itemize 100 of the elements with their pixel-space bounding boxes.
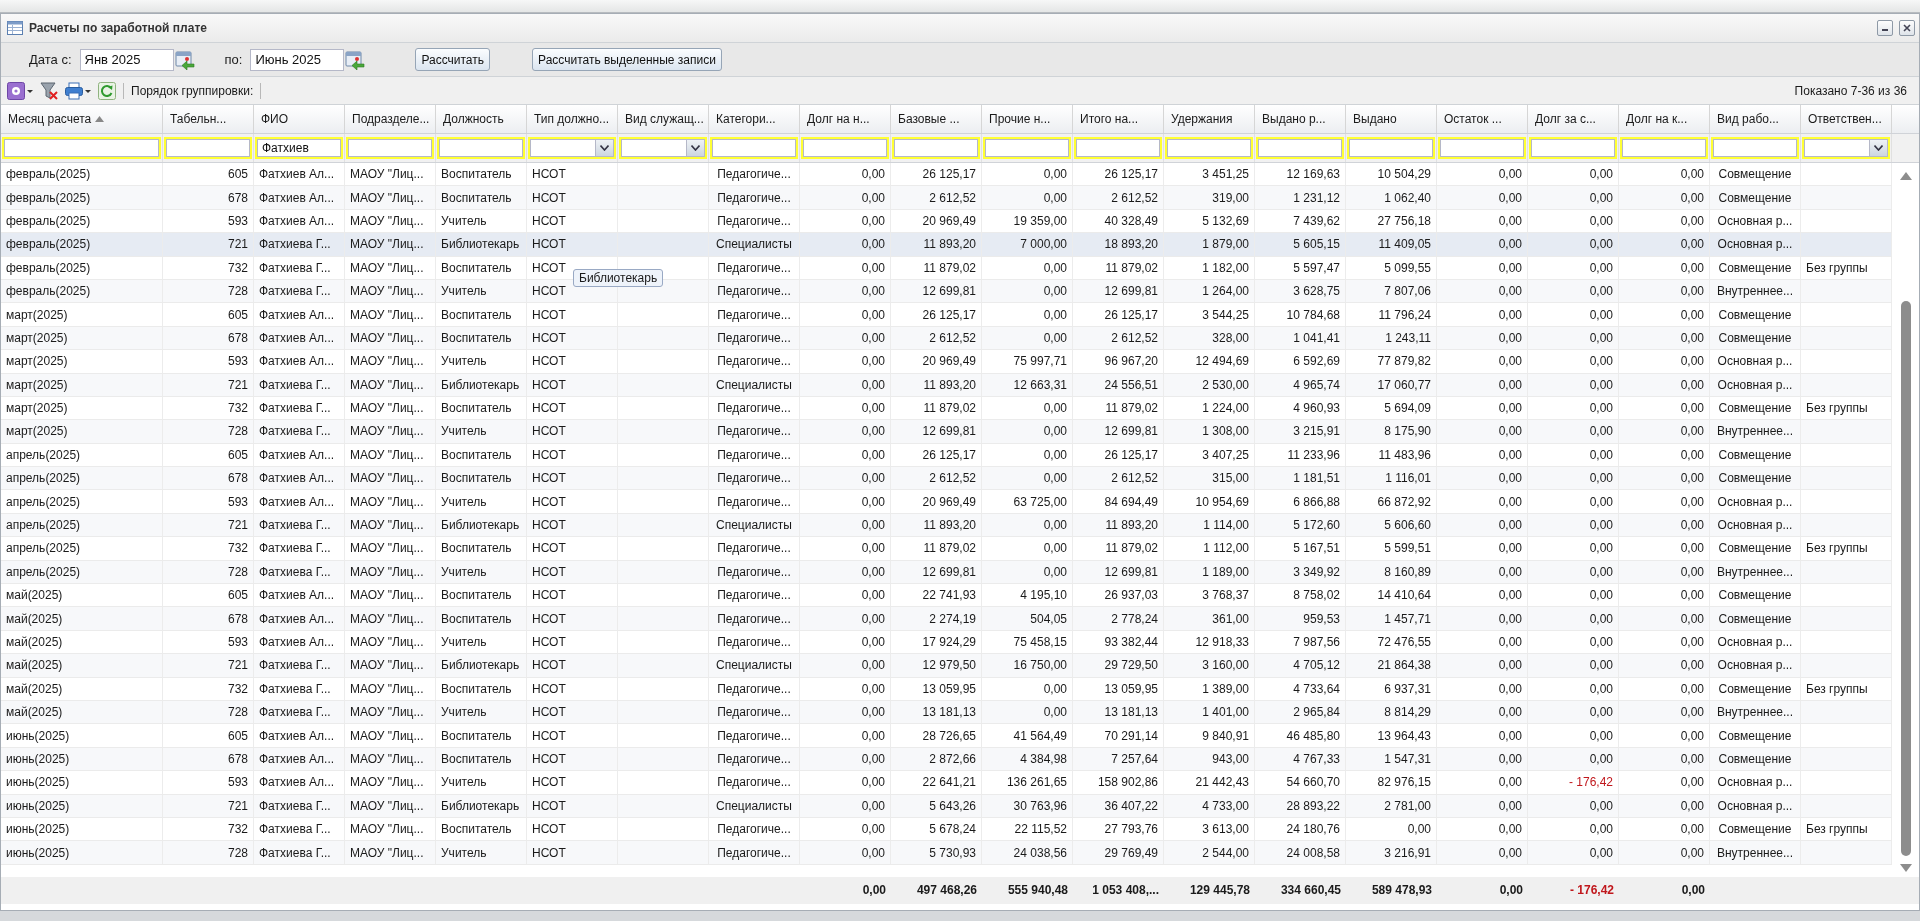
table-row[interactable]: март(2025) 605 Фатхиев Ал... МАОУ "Лиц... Воспитатель НСОТ Педагогиче... 0,00 26 125,17 0,00 26 125,17 3 544,25 10 784,68 11 796,24 0,00 0,00 0,00 Совмещение <box>1 303 1892 327</box>
table-cell: 0,00 <box>861 213 885 228</box>
table-cell: Учитель <box>441 284 487 299</box>
column-header[interactable]: Вид рабо... <box>1710 105 1801 133</box>
table-row[interactable]: май(2025) 678 Фатхиев Ал... МАОУ "Лиц... Воспитатель НСОТ Педагогиче... 0,00 2 274,19 504,05 2 778,24 361,00 959,53 1 457,71 0,00 0,00 0,00 Совмещение <box>1 607 1892 631</box>
column-header[interactable]: Долг на к... <box>1619 105 1710 133</box>
table-cell: 0,00 <box>1680 588 1704 603</box>
scroll-down-icon[interactable] <box>1898 862 1913 873</box>
table-cell: 0,00 <box>1680 447 1704 462</box>
table-row[interactable]: июнь(2025) 732 Фатхиева Г... МАОУ "Лиц... Воспитатель НСОТ Педагогиче... 0,00 5 678,24 22 115,52 27 793,76 3 613,00 24 180,76 0,00 0,00 0,00 0,00 Совмещение Без группы <box>1 817 1892 842</box>
column-header[interactable]: ФИО <box>254 105 345 133</box>
filter-field[interactable] <box>1440 139 1524 157</box>
table-cell: 0,00 <box>1680 424 1704 439</box>
table-cell: 732 <box>227 822 248 837</box>
column-header[interactable]: Остаток ... <box>1437 105 1528 133</box>
table-cell: Специалисты <box>716 237 792 252</box>
table-cell: НСОТ <box>532 494 566 509</box>
scroll-up-icon[interactable] <box>1898 171 1913 181</box>
filter-field[interactable] <box>803 139 887 157</box>
close-button[interactable] <box>1899 20 1915 36</box>
table-cell: 2 781,00 <box>1384 798 1431 813</box>
table-cell: 20 969,49 <box>922 354 976 369</box>
column-header[interactable]: Долг на н... <box>800 105 891 133</box>
filter-field[interactable] <box>1531 139 1615 157</box>
minimize-button[interactable] <box>1877 20 1893 36</box>
table-row[interactable]: март(2025) 732 Фатхиева Г... МАОУ "Лиц... Воспитатель НСОТ Педагогиче... 0,00 11 879,02 0,00 11 879,02 1 224,00 4 960,93 5 694,09 0,00 0,00 0,00 Совмещение Без группы <box>1 396 1892 421</box>
table-row[interactable]: апрель(2025) 728 Фатхиева Г... МАОУ "Лиц... Учитель НСОТ Педагогиче... 0,00 12 699,81 0,00 12 699,81 1 189,00 3 349,92 8 160,89 0,00 0,00 0,00 Внутреннее... <box>1 560 1892 585</box>
column-header[interactable]: Табельн... <box>163 105 254 133</box>
table-row[interactable]: май(2025) 593 Фатхиев Ал... МАОУ "Лиц... Учитель НСОТ Педагогиче... 0,00 17 924,29 75 458,15 93 382,44 12 918,33 7 987,56 72 476,55 0,00 0,00 0,00 Основная р... <box>1 630 1892 655</box>
filter-field[interactable] <box>1258 139 1342 157</box>
column-header[interactable]: Категори... <box>709 105 800 133</box>
filter-field[interactable] <box>985 139 1069 157</box>
table-row[interactable]: июнь(2025) 721 Фатхиева Г... МАОУ "Лиц... Библиотекарь НСОТ Специалисты 0,00 5 643,26 30 763,96 36 407,22 4 733,00 28 893,22 2 781,00 0,00 0,00 0,00 Основная р... <box>1 794 1892 818</box>
table-row[interactable]: февраль(2025) 593 Фатхиев Ал... МАОУ "Лиц... Учитель НСОТ Педагогиче... 0,00 20 969,49 19 359,00 40 328,49 5 132,69 7 439,62 27 756,18 0,00 0,00 0,00 Основная р... <box>1 209 1892 234</box>
table-cell: МАОУ "Лиц... <box>350 822 424 837</box>
column-header[interactable]: Базовые ... <box>891 105 982 133</box>
filter-field[interactable] <box>1076 139 1160 157</box>
date-to-field[interactable]: Июнь 2025 <box>250 48 345 71</box>
table-cell: 0,00 <box>1680 377 1704 392</box>
column-header[interactable]: Должность <box>436 105 527 133</box>
column-header[interactable]: Подразделе... <box>345 105 436 133</box>
column-header[interactable]: Выдано р... <box>1255 105 1346 133</box>
calendar-icon[interactable] <box>345 49 366 70</box>
refresh-icon[interactable] <box>98 81 116 100</box>
table-cell: 13 059,95 <box>1104 681 1158 696</box>
table-row[interactable]: апрель(2025) 678 Фатхиев Ал... МАОУ "Лиц... Воспитатель НСОТ Педагогиче... 0,00 2 612,52 0,00 2 612,52 315,00 1 181,51 1 116,01 0,00 0,00 0,00 Совмещение <box>1 467 1892 491</box>
column-header[interactable]: Итого на... <box>1073 105 1164 133</box>
table-row[interactable]: июнь(2025) 678 Фатхиев Ал... МАОУ "Лиц... Воспитатель НСОТ Педагогиче... 0,00 2 872,66 4 384,98 7 257,64 943,00 4 767,33 1 547,31 0,00 0,00 0,00 Совмещение <box>1 747 1892 772</box>
table-cell: 28 893,22 <box>1286 798 1340 813</box>
table-row[interactable]: апрель(2025) 721 Фатхиева Г... МАОУ "Лиц... Библиотекарь НСОТ Специалисты 0,00 11 893,20 0,00 11 893,20 1 114,00 5 172,60 5 606,60 0,00 0,00 0,00 Основная р... <box>1 513 1892 538</box>
filter-field[interactable] <box>1349 139 1433 157</box>
column-header[interactable]: Удержания <box>1164 105 1255 133</box>
filter-field[interactable] <box>894 139 978 157</box>
table-cell: 1 116,01 <box>1385 471 1431 486</box>
table-row[interactable]: февраль(2025) 605 Фатхиев Ал... МАОУ "Лиц... Воспитатель НСОТ Педагогиче... 0,00 26 125,17 0,00 26 125,17 3 451,25 12 169,63 10 504,29 0,00 0,00 0,00 Совмещение <box>1 163 1892 187</box>
filter-field[interactable] <box>166 139 250 157</box>
table-row[interactable]: февраль(2025) 721 Фатхиева Г... МАОУ "Лиц... Библиотекарь НСОТ Специалисты 0,00 11 893,20 7 000,00 18 893,20 1 879,00 5 605,15 11 409,05 0,00 0,00 0,00 Основная р... <box>1 233 1892 257</box>
table-cell: 22 641,21 <box>922 775 976 790</box>
filter-field[interactable] <box>712 139 796 157</box>
table-row[interactable]: июнь(2025) 593 Фатхиев Ал... МАОУ "Лиц... Учитель НСОТ Педагогиче... 0,00 22 641,21 136 261,65 158 902,86 21 442,43 54 660,70 82 976,15 0,00 - 176,42 0,00 Основная р... <box>1 771 1892 795</box>
table-row[interactable]: май(2025) 728 Фатхиева Г... МАОУ "Лиц... Учитель НСОТ Педагогиче... 0,00 13 181,13 0,00 13 181,13 1 401,00 2 965,84 8 814,29 0,00 0,00 0,00 Внутреннее... <box>1 701 1892 725</box>
date-from-field[interactable]: Янв 2025 <box>79 48 174 71</box>
column-header[interactable]: Месяц расчета <box>1 105 163 133</box>
filter-field[interactable] <box>439 139 523 157</box>
table-row[interactable]: февраль(2025) 678 Фатхиев Ал... МАОУ "Лиц... Воспитатель НСОТ Педагогиче... 0,00 2 612,52 0,00 2 612,52 319,00 1 231,12 1 062,40 0,00 0,00 0,00 Совмещение <box>1 186 1892 210</box>
column-header[interactable]: Ответствен... <box>1801 105 1892 133</box>
filter-clear-icon[interactable] <box>40 81 58 100</box>
table-row[interactable]: апрель(2025) 732 Фатхиева Г... МАОУ "Лиц... Воспитатель НСОТ Педагогиче... 0,00 11 879,02 0,00 11 879,02 1 112,00 5 167,51 5 599,51 0,00 0,00 0,00 Совмещение Без группы <box>1 537 1892 561</box>
table-row[interactable]: март(2025) 728 Фатхиева Г... МАОУ "Лиц... Учитель НСОТ Педагогиче... 0,00 12 699,81 0,00 12 699,81 1 308,00 3 215,91 8 175,90 0,00 0,00 0,00 Внутреннее... <box>1 420 1892 444</box>
calendar-icon[interactable] <box>174 49 195 70</box>
table-row[interactable]: апрель(2025) 605 Фатхиев Ал... МАОУ "Лиц... Воспитатель НСОТ Педагогиче... 0,00 26 125,17 0,00 26 125,17 3 407,25 11 233,96 11 483,96 0,00 0,00 0,00 Совмещение <box>1 443 1892 468</box>
filter-dropdown[interactable] <box>621 139 705 157</box>
table-cell: 75 997,71 <box>1013 354 1067 369</box>
calculate-button[interactable]: Рассчитать <box>415 48 491 71</box>
column-header[interactable]: Прочие н... <box>982 105 1073 133</box>
filter-dropdown[interactable] <box>530 139 614 157</box>
filter-field[interactable] <box>4 139 159 157</box>
table-cell: Учитель <box>441 424 487 439</box>
printer-icon[interactable] <box>65 81 91 100</box>
column-header[interactable]: Тип должно... <box>527 105 618 133</box>
calculate-selected-button[interactable]: Рассчитать выделенные записи <box>532 48 722 71</box>
table-row[interactable]: апрель(2025) 593 Фатхиев Ал... МАОУ "Лиц... Учитель НСОТ Педагогиче... 0,00 20 969,49 63 725,00 84 694,49 10 954,69 6 866,88 66 872,92 0,00 0,00 0,00 Основная р... <box>1 490 1892 514</box>
filter-field[interactable] <box>1713 139 1797 157</box>
table-cell: Учитель <box>441 564 487 579</box>
table-row[interactable]: май(2025) 605 Фатхиев Ал... МАОУ "Лиц... Воспитатель НСОТ Педагогиче... 0,00 22 741,93 4 195,10 26 937,03 3 768,37 8 758,02 14 410,64 0,00 0,00 0,00 Совмещение <box>1 584 1892 608</box>
table-row[interactable]: май(2025) 721 Фатхиева Г... МАОУ "Лиц... Библиотекарь НСОТ Специалисты 0,00 12 979,50 16 750,00 29 729,50 3 160,00 4 705,12 21 864,38 0,00 0,00 0,00 Основная р... <box>1 654 1892 678</box>
table-row[interactable]: март(2025) 593 Фатхиев Ал... МАОУ "Лиц... Учитель НСОТ Педагогиче... 0,00 20 969,49 75 997,71 96 967,20 12 494,69 6 592,69 77 879,82 0,00 0,00 0,00 Основная р... <box>1 350 1892 374</box>
column-header[interactable]: Выдано <box>1346 105 1437 133</box>
filter-field[interactable] <box>1167 139 1251 157</box>
filter-field[interactable] <box>348 139 432 157</box>
table-row[interactable]: март(2025) 721 Фатхиева Г... МАОУ "Лиц... Библиотекарь НСОТ Специалисты 0,00 11 893,20 12 663,31 24 556,51 2 530,00 4 965,74 17 060,77 0,00 0,00 0,00 Основная р... <box>1 373 1892 397</box>
column-header[interactable]: Долг за с... <box>1528 105 1619 133</box>
table-row[interactable]: июнь(2025) 605 Фатхиев Ал... МАОУ "Лиц... Воспитатель НСОТ Педагогиче... 0,00 28 726,65 41 564,49 70 291,14 9 840,91 46 485,80 13 964,43 0,00 0,00 0,00 Совмещение <box>1 724 1892 748</box>
filter-field[interactable] <box>1622 139 1706 157</box>
column-header[interactable]: Вид служащ... <box>618 105 709 133</box>
table-row[interactable]: март(2025) 678 Фатхиев Ал... МАОУ "Лиц... Воспитатель НСОТ Педагогиче... 0,00 2 612,52 0,00 2 612,52 328,00 1 041,41 1 243,11 0,00 0,00 0,00 Совмещение <box>1 326 1892 351</box>
filter-field[interactable]: Фатхиев <box>257 139 341 157</box>
table-row[interactable]: июнь(2025) 728 Фатхиева Г... МАОУ "Лиц... Учитель НСОТ Педагогиче... 0,00 5 730,93 24 038,56 29 769,49 2 544,00 24 008,58 3 216,91 0,00 0,00 0,00 Внутреннее... <box>1 841 1892 865</box>
table-row[interactable]: май(2025) 732 Фатхиева Г... МАОУ "Лиц... Воспитатель НСОТ Педагогиче... 0,00 13 059,95 0,00 13 059,95 1 389,00 4 733,64 6 937,31 0,00 0,00 0,00 Совмещение Без группы <box>1 677 1892 701</box>
filter-dropdown[interactable] <box>1804 139 1888 157</box>
